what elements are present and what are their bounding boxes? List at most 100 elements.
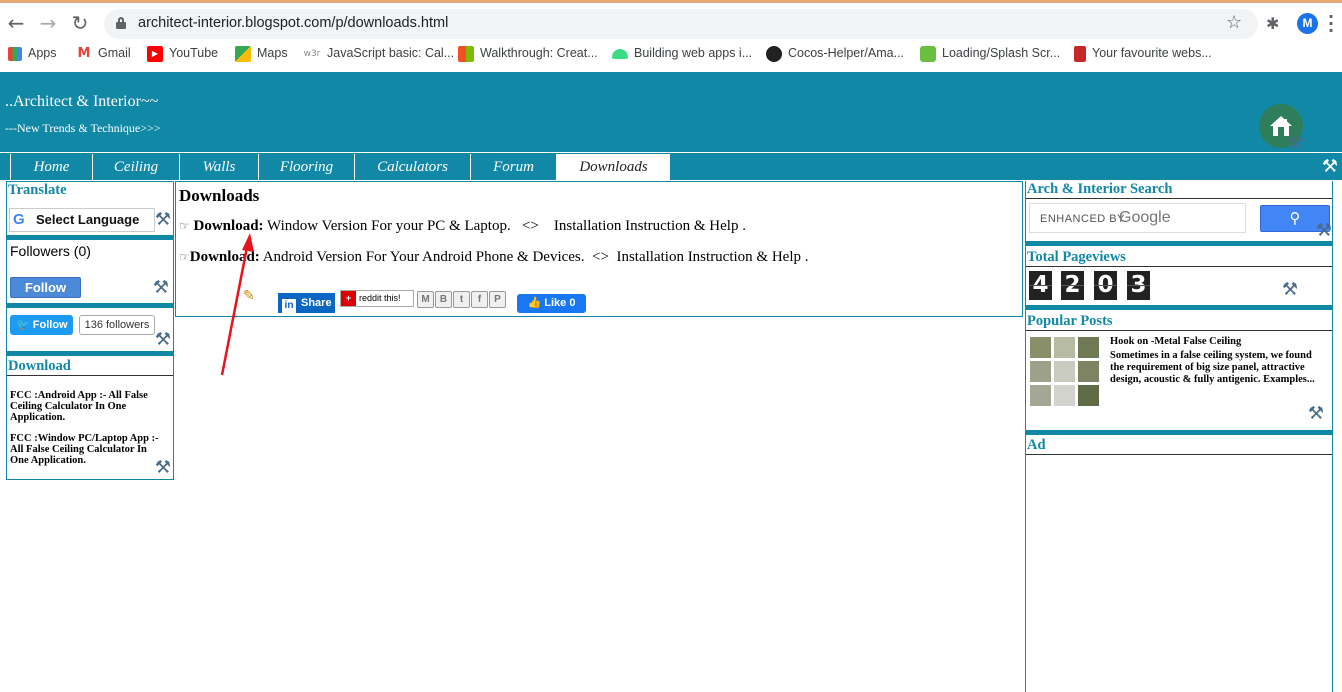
separator: <>: [521, 218, 539, 234]
thumbnail-tile: [1077, 384, 1100, 407]
address-bar[interactable]: architect-interior.blogspot.com/p/downlo…: [104, 9, 1258, 39]
translate-title: Translate: [8, 182, 67, 198]
edit-tools-icon[interactable]: ⚒: [1306, 404, 1326, 424]
bookmark-maps[interactable]: Maps: [235, 45, 288, 65]
widget-separator: [7, 303, 173, 308]
widget-separator: [7, 235, 173, 240]
tab-home[interactable]: Home: [10, 154, 92, 181]
linkedin-icon: in: [282, 299, 296, 313]
android-icon: [612, 48, 628, 59]
thumbnail-tile: [1077, 336, 1100, 359]
bookmark-gmail[interactable]: M Gmail: [76, 45, 131, 65]
bookmark-cocos-helper[interactable]: Cocos-Helper/Ama...: [766, 45, 904, 65]
thumbnail-tile: [1077, 360, 1100, 383]
widget-separator: [1026, 305, 1332, 310]
twitter-share-icon[interactable]: t: [453, 291, 470, 308]
bookmark-label: Gmail: [98, 46, 131, 60]
edit-tools-icon[interactable]: ⚒: [151, 278, 171, 298]
edit-tools-icon[interactable]: ⚒: [153, 210, 173, 230]
tab-calculators[interactable]: Calculators: [354, 154, 470, 181]
edit-tools-icon[interactable]: ⚒: [1280, 280, 1300, 300]
blogger-follow-button[interactable]: Follow: [10, 277, 81, 298]
tab-ceiling[interactable]: Ceiling: [92, 154, 179, 181]
bookmark-label: Building web apps i...: [634, 46, 753, 60]
back-arrow-icon[interactable]: ←: [6, 13, 26, 33]
windows-app-link[interactable]: FCC :Window PC/Laptop App :- All False C…: [10, 433, 168, 466]
android-studio-icon: [920, 45, 936, 62]
bookmark-label: YouTube: [169, 46, 219, 60]
select-language-label: Select Language: [36, 212, 140, 227]
tab-downloads[interactable]: Downloads: [556, 154, 670, 181]
address-url[interactable]: architect-interior.blogspot.com/p/downlo…: [138, 15, 448, 31]
twitter-bird-icon: 🐦: [16, 319, 33, 331]
bookmark-js-basic[interactable]: w3r JavaScript basic: Cal...: [303, 45, 455, 65]
right-sidebar: Arch & Interior Search ENHANCED BY Googl…: [1025, 181, 1333, 692]
select-language-dropdown[interactable]: G Select Language: [9, 208, 155, 232]
bookmark-apps[interactable]: Apps: [8, 45, 57, 65]
widget-separator: [1026, 241, 1332, 246]
search-icon: ⚲: [1289, 209, 1301, 227]
email-share-icon[interactable]: M: [417, 291, 434, 308]
forward-arrow-icon[interactable]: →: [38, 13, 58, 33]
bookmark-star-icon[interactable]: ☆: [1226, 12, 1242, 33]
extensions-puzzle-icon[interactable]: ✱: [1266, 14, 1279, 33]
page-title: Downloads: [179, 186, 260, 205]
edit-tools-icon[interactable]: ⚒: [1314, 221, 1334, 241]
reload-icon[interactable]: ↻: [70, 13, 90, 33]
reddit-button[interactable]: + reddit this!: [340, 290, 414, 307]
lock-icon: [116, 17, 126, 29]
page-tabs: Home Ceiling Walls Flooring Calculators …: [0, 152, 1342, 181]
bookmark-loading-splash[interactable]: Loading/Splash Scr...: [920, 45, 1060, 65]
facebook-share-icon[interactable]: f: [471, 291, 488, 308]
twitter-follower-count[interactable]: 136 followers: [79, 315, 155, 335]
profile-avatar[interactable]: M: [1297, 13, 1318, 34]
ad-title: Ad: [1026, 437, 1332, 455]
microsoft-icon: [458, 45, 474, 62]
pointing-hand-icon: ☞: [179, 250, 190, 264]
search-input[interactable]: ENHANCED BY Google: [1029, 203, 1246, 233]
blogger-share-icon[interactable]: B: [435, 291, 452, 308]
edit-tools-icon[interactable]: ⚒: [153, 330, 173, 350]
pageview-digit: 4: [1029, 271, 1052, 300]
android-app-link[interactable]: FCC :Android App :- All False Ceiling Ca…: [10, 390, 168, 423]
download-widget-title: Download: [7, 358, 173, 376]
share-label: Share: [301, 297, 332, 309]
installation-help-link[interactable]: Installation Instruction & Help .: [554, 218, 746, 234]
post-thumbnail[interactable]: [1029, 336, 1101, 408]
bookmark-building-web-apps[interactable]: Building web apps i...: [612, 45, 752, 65]
pinterest-share-icon[interactable]: P: [489, 291, 506, 308]
popular-post-title[interactable]: Hook on -Metal False Ceiling: [1110, 336, 1241, 347]
browser-menu-icon[interactable]: · · ·: [1328, 9, 1334, 39]
tab-flooring[interactable]: Flooring: [258, 154, 354, 181]
linkedin-share-button[interactable]: in Share: [278, 293, 335, 313]
left-sidebar: Translate G Select Language ⚒ Followers …: [6, 181, 174, 480]
site-title[interactable]: ..Architect & Interior~~: [5, 93, 158, 111]
youtube-icon: ▶: [147, 45, 163, 62]
facebook-like-button[interactable]: 👍 Like 0: [517, 294, 586, 313]
widget-separator: [1026, 430, 1332, 435]
w3r-icon: w3r: [303, 48, 321, 59]
phone-app-icon: [1074, 45, 1086, 62]
pageviews-title: Total Pageviews: [1026, 249, 1332, 267]
bookmark-label: JavaScript basic: Cal...: [327, 46, 455, 60]
bookmark-favourite-webs[interactable]: Your favourite webs...: [1074, 45, 1212, 65]
bookmark-label: Apps: [28, 46, 57, 60]
popular-posts-title: Popular Posts: [1026, 313, 1332, 331]
edit-tools-icon[interactable]: ⚒: [1286, 134, 1306, 154]
edit-tools-icon[interactable]: ⚒: [153, 458, 173, 478]
bookmark-label: Cocos-Helper/Ama...: [788, 46, 905, 60]
edit-tools-icon[interactable]: ⚒: [1320, 157, 1340, 177]
followers-count: Followers (0): [10, 243, 91, 259]
bookmark-label: Your favourite webs...: [1092, 46, 1212, 60]
tab-forum[interactable]: Forum: [470, 154, 556, 181]
apps-grid-icon: [8, 46, 22, 61]
twitter-follow-button[interactable]: 🐦 Follow: [10, 315, 73, 335]
search-widget-title: Arch & Interior Search: [1026, 181, 1332, 199]
tab-walls[interactable]: Walls: [179, 154, 258, 181]
site-description: ---New Trends & Technique>>>: [5, 121, 161, 135]
thumbnail-tile: [1029, 360, 1052, 383]
bookmark-walkthrough[interactable]: Walkthrough: Creat...: [458, 45, 598, 65]
installation-help-link[interactable]: Installation Instruction & Help .: [616, 249, 808, 265]
bookmark-youtube[interactable]: ▶ YouTube: [147, 45, 218, 65]
thumbnail-tile: [1053, 360, 1076, 383]
